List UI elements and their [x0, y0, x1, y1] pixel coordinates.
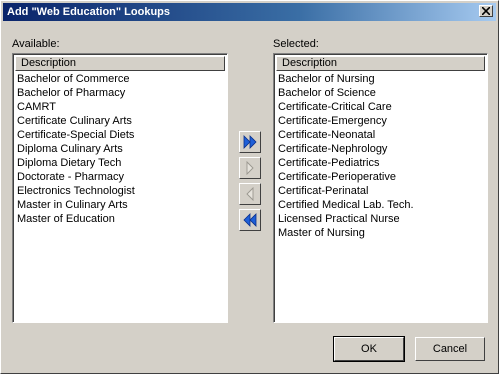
list-item[interactable]: Electronics Technologist — [17, 184, 225, 198]
list-item[interactable]: Bachelor of Commerce — [17, 72, 225, 86]
selected-column-header[interactable]: Description — [276, 56, 485, 71]
available-column-header[interactable]: Description — [15, 56, 225, 71]
add-all-button[interactable] — [239, 131, 261, 153]
ok-button[interactable]: OK — [333, 336, 405, 362]
left-arrow-icon — [246, 186, 254, 202]
list-item[interactable]: Master of Nursing — [278, 226, 485, 240]
list-item[interactable]: Certificate-Special Diets — [17, 128, 225, 142]
add-button[interactable] — [239, 157, 261, 179]
list-item[interactable]: Certificate-Pediatrics — [278, 156, 485, 170]
list-item[interactable]: Certificat-Perinatal — [278, 184, 485, 198]
list-item[interactable]: Certificate-Critical Care — [278, 100, 485, 114]
selected-list[interactable]: Description Bachelor of Nursing Bachelor … — [273, 53, 488, 323]
selected-label: Selected: — [273, 38, 319, 50]
list-item[interactable]: Certified Medical Lab. Tech. — [278, 198, 485, 212]
list-item[interactable]: Master in Culinary Arts — [17, 198, 225, 212]
double-right-arrow-icon — [243, 135, 257, 149]
available-items: Bachelor of Commerce Bachelor of Pharmacy… — [17, 72, 225, 226]
double-left-arrow-icon — [243, 213, 257, 227]
available-label: Available: — [12, 38, 60, 50]
title-bar[interactable]: Add "Web Education" Lookups — [3, 3, 496, 21]
available-list[interactable]: Description Bachelor of Commerce Bachelor… — [12, 53, 228, 323]
list-item[interactable]: CAMRT — [17, 100, 225, 114]
list-item[interactable]: Certificate-Perioperative — [278, 170, 485, 184]
remove-button[interactable] — [239, 183, 261, 205]
list-item[interactable]: Bachelor of Science — [278, 86, 485, 100]
selected-items: Bachelor of Nursing Bachelor of Science Ce… — [278, 72, 485, 240]
list-item[interactable]: Certificate Culinary Arts — [17, 114, 225, 128]
list-item[interactable]: Certificate-Neonatal — [278, 128, 485, 142]
list-item[interactable]: Licensed Practical Nurse — [278, 212, 485, 226]
window-title: Add "Web Education" Lookups — [7, 6, 171, 18]
right-arrow-icon — [246, 160, 254, 176]
list-item[interactable]: Bachelor of Pharmacy — [17, 86, 225, 100]
list-item[interactable]: Certificate-Nephrology — [278, 142, 485, 156]
close-button[interactable] — [479, 5, 493, 17]
remove-all-button[interactable] — [239, 209, 261, 231]
list-item[interactable]: Certificate-Emergency — [278, 114, 485, 128]
list-item[interactable]: Master of Education — [17, 212, 225, 226]
list-item[interactable]: Bachelor of Nursing — [278, 72, 485, 86]
close-icon — [482, 7, 490, 15]
list-item[interactable]: Diploma Dietary Tech — [17, 156, 225, 170]
list-item[interactable]: Diploma Culinary Arts — [17, 142, 225, 156]
dialog-window: Add "Web Education" Lookups Available: D… — [0, 0, 499, 374]
cancel-button[interactable]: Cancel — [415, 337, 485, 361]
list-item[interactable]: Doctorate - Pharmacy — [17, 170, 225, 184]
